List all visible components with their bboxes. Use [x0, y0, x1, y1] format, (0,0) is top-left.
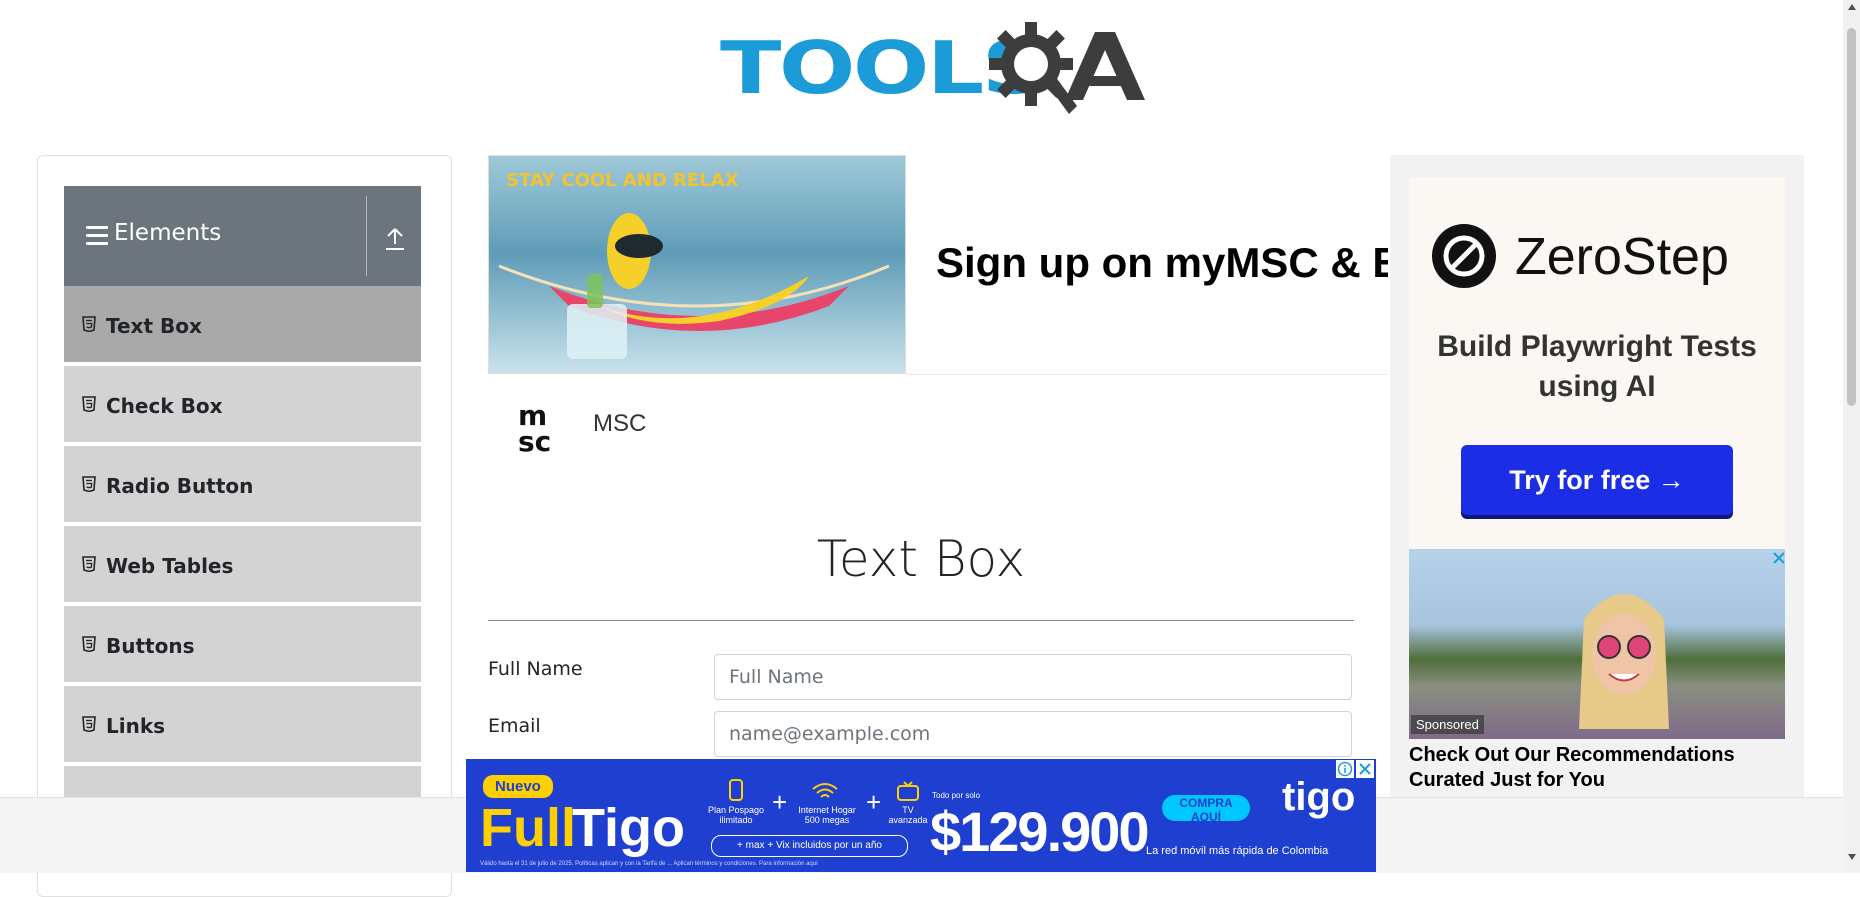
ad-title-full: Full	[480, 798, 576, 858]
sidebar-item-label: Check Box	[106, 394, 223, 418]
collapse-arrow-icon[interactable]	[384, 226, 406, 252]
ad-new-badge: Nuevo	[483, 775, 553, 798]
smiling-woman-illustration	[1579, 594, 1669, 729]
full-name-label: Full Name	[488, 658, 583, 680]
sidebar-item-web-tables[interactable]: Web Tables	[64, 526, 421, 604]
ad-brand-name: MSC	[593, 410, 647, 437]
ad-feature-1: Plan Pospago ilimitado	[707, 805, 765, 825]
close-icon[interactable]	[1356, 760, 1374, 778]
ad-legal-text: Válido hasta el 31 de julio de 2025. Pol…	[480, 861, 818, 867]
sidebar-item-label: Links	[106, 714, 166, 738]
ad-price: $129.900	[930, 800, 1150, 863]
sidebar-item-text-box[interactable]: Text Box	[64, 286, 421, 364]
tigo-logo: tigo	[1282, 775, 1356, 819]
sidebar-item-radio-button[interactable]: Radio Button	[64, 446, 421, 524]
info-icon[interactable]	[1336, 760, 1354, 778]
ad-plus-1: +	[772, 787, 788, 817]
sidebar-item-label: Text Box	[106, 314, 202, 338]
ad-image[interactable]: STAY COOL AND RELAX	[488, 155, 906, 374]
phone-icon	[729, 779, 743, 801]
buy-here-button[interactable]: COMPRA AQUÍ	[1162, 795, 1250, 824]
header-divider	[366, 196, 367, 276]
html5-file-icon	[82, 636, 96, 652]
ad-plus-2: +	[866, 787, 882, 817]
sidebar-item-label: Buttons	[106, 634, 195, 658]
ad-title-tigo: Tigo	[572, 798, 685, 858]
sidebar-item-label: Radio Button	[106, 474, 254, 498]
sidebar-item-links[interactable]: Links	[64, 686, 421, 764]
sponsored-image[interactable]: Sponsored	[1409, 549, 1785, 739]
html5-file-icon	[82, 556, 96, 572]
scroll-down-arrow-icon[interactable]	[1848, 854, 1856, 860]
tv-icon	[897, 781, 919, 801]
scroll-up-arrow-icon[interactable]	[1848, 4, 1856, 10]
email-label: Email	[488, 715, 541, 737]
try-for-free-button[interactable]: Try for free →	[1461, 445, 1733, 515]
scroll-thumb[interactable]	[1847, 28, 1856, 406]
html5-file-icon	[82, 716, 96, 732]
zerostep-brand: ZeroStep	[1515, 228, 1729, 286]
right-ad[interactable]: ZeroStep Build Playwright Tests using AI…	[1390, 155, 1804, 805]
ad-slogan: La red móvil más rápida de Colombia	[1146, 845, 1329, 857]
page-title: Text Box	[816, 530, 1026, 588]
ad-headline[interactable]: Sign up on myMSC & B	[936, 239, 1388, 287]
sidebar-item-label: Web Tables	[106, 554, 234, 578]
hamburger-icon	[86, 226, 108, 246]
svg-text:sc: sc	[518, 425, 551, 455]
toolsqa-logo[interactable]: TOOLS	[720, 18, 1145, 118]
close-icon[interactable]	[1772, 551, 1786, 565]
bottom-ad[interactable]: Nuevo Full Tigo Plan Pospago ilimitado +…	[466, 759, 1376, 872]
html5-file-icon	[82, 396, 96, 412]
msc-logo: m sc	[518, 399, 551, 455]
sponsored-title[interactable]: Check Out Our Recommendations Curated Ju…	[1409, 743, 1785, 793]
elements-group-header[interactable]: Elements	[64, 186, 421, 286]
zerostep-tagline: Build Playwright Tests using AI	[1437, 330, 1757, 403]
ad-feature-3: TV avanzada	[888, 805, 928, 825]
hammock-banana-illustration	[498, 213, 890, 359]
group-title: Elements	[114, 220, 222, 246]
logo-letter-a	[1065, 32, 1145, 100]
wifi-icon	[812, 783, 838, 798]
zerostep-logo-icon	[1432, 224, 1496, 288]
sponsored-badge: Sponsored	[1411, 715, 1484, 734]
top-ad-banner[interactable]: STAY COOL AND RELAX Sign up on myMSC & B…	[488, 155, 1388, 475]
ad-feature-2: Internet Hogar 500 megas	[798, 805, 856, 825]
sidebar-item-buttons[interactable]: Buttons	[64, 606, 421, 684]
sidebar-item-check-box[interactable]: Check Box	[64, 366, 421, 444]
full-name-input[interactable]	[714, 654, 1352, 700]
ad-divider	[906, 374, 1388, 375]
html5-file-icon	[82, 476, 96, 492]
email-input[interactable]	[714, 711, 1352, 757]
ad-streaming-pill: + max + Vix incluidos por un año	[711, 835, 908, 857]
title-divider	[488, 620, 1354, 621]
zerostep-ad-panel[interactable]: ZeroStep Build Playwright Tests using AI…	[1409, 177, 1785, 549]
page-scrollbar[interactable]	[1843, 0, 1860, 872]
html5-file-icon	[82, 316, 96, 332]
